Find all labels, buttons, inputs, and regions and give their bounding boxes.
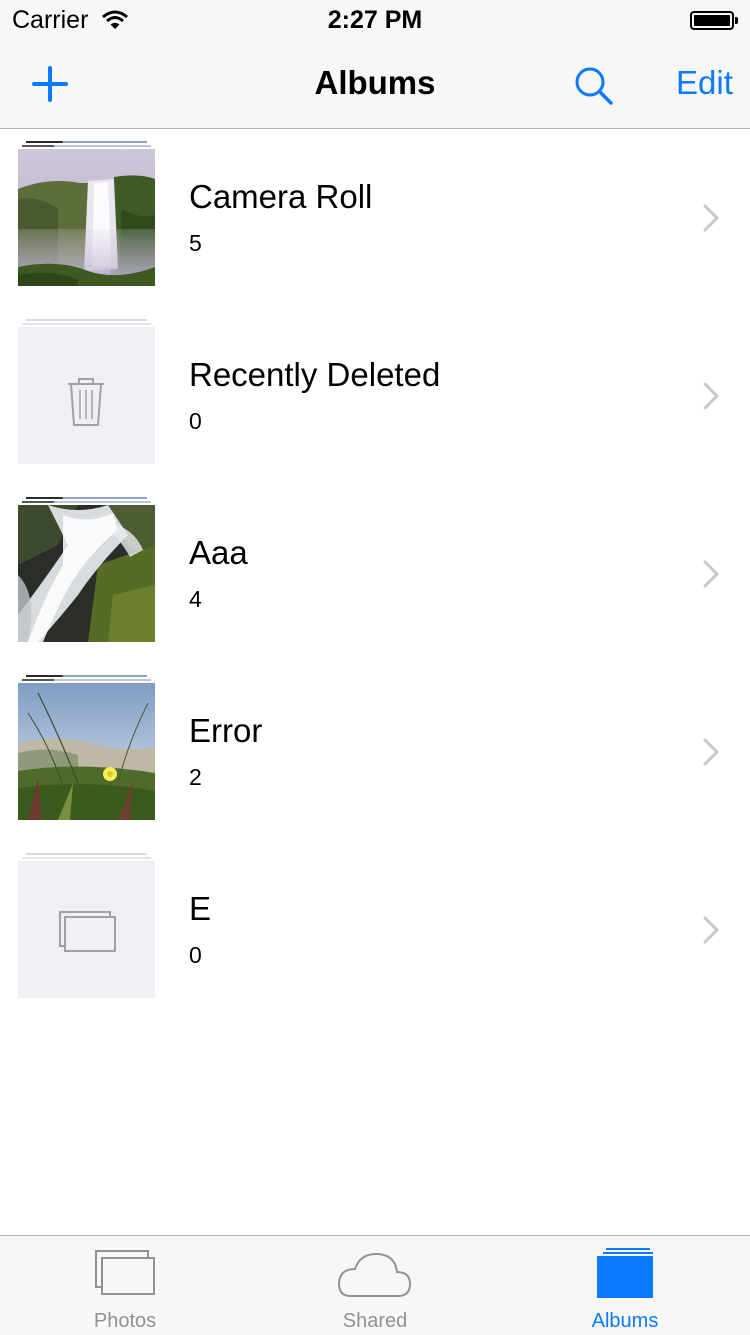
tab-bar: Photos Shared Albums bbox=[0, 1235, 750, 1335]
tab-label: Albums bbox=[591, 1310, 659, 1332]
album-count: 0 bbox=[189, 942, 202, 968]
album-row-recently-deleted[interactable]: Recently Deleted 0 bbox=[0, 307, 750, 485]
page-title: Albums bbox=[314, 64, 436, 101]
tab-shared[interactable]: Shared bbox=[250, 1236, 500, 1335]
album-placeholder-icon bbox=[18, 861, 155, 998]
navigation-bar: Albums Edit bbox=[0, 40, 750, 129]
chevron-right-icon bbox=[702, 915, 720, 950]
album-count: 2 bbox=[189, 764, 202, 790]
battery-icon bbox=[690, 11, 734, 30]
tab-label: Shared bbox=[342, 1310, 408, 1332]
tab-albums[interactable]: Albums bbox=[500, 1236, 750, 1335]
album-row-camera-roll[interactable]: Camera Roll 5 bbox=[0, 129, 750, 307]
status-bar: Carrier 2:27 PM bbox=[0, 0, 750, 40]
chevron-right-icon bbox=[702, 737, 720, 772]
trash-icon bbox=[18, 327, 155, 464]
chevron-right-icon bbox=[702, 381, 720, 416]
album-thumbnail bbox=[18, 141, 155, 286]
chevron-right-icon bbox=[702, 559, 720, 594]
cascade-photo bbox=[18, 505, 155, 642]
album-thumbnail bbox=[18, 319, 155, 464]
album-title: Aaa bbox=[189, 534, 248, 571]
chevron-right-icon bbox=[702, 203, 720, 238]
album-thumbnail bbox=[18, 675, 155, 820]
album-row-aaa[interactable]: Aaa 4 bbox=[0, 485, 750, 663]
album-row-e[interactable]: E 0 bbox=[0, 841, 750, 1019]
status-time: 2:27 PM bbox=[327, 6, 423, 34]
edit-button[interactable]: Edit bbox=[676, 64, 733, 102]
album-title: Camera Roll bbox=[189, 178, 373, 215]
flower-photo bbox=[18, 683, 155, 820]
battery-tip bbox=[735, 17, 738, 24]
tab-photos[interactable]: Photos bbox=[0, 1236, 250, 1335]
album-title: Recently Deleted bbox=[189, 356, 441, 393]
album-count: 4 bbox=[189, 586, 202, 612]
waterfall-photo bbox=[18, 149, 155, 286]
album-count: 5 bbox=[189, 230, 202, 256]
album-thumbnail bbox=[18, 497, 155, 642]
tab-label: Photos bbox=[93, 1310, 157, 1332]
album-title: E bbox=[189, 890, 212, 927]
search-icon[interactable] bbox=[572, 64, 616, 108]
album-title: Error bbox=[189, 712, 263, 749]
album-list: Camera Roll 5 Recently Deleted 0 Aaa 4 E… bbox=[0, 129, 750, 1019]
album-thumbnail bbox=[18, 853, 155, 998]
album-count: 0 bbox=[189, 408, 202, 434]
album-row-error[interactable]: Error 2 bbox=[0, 663, 750, 841]
